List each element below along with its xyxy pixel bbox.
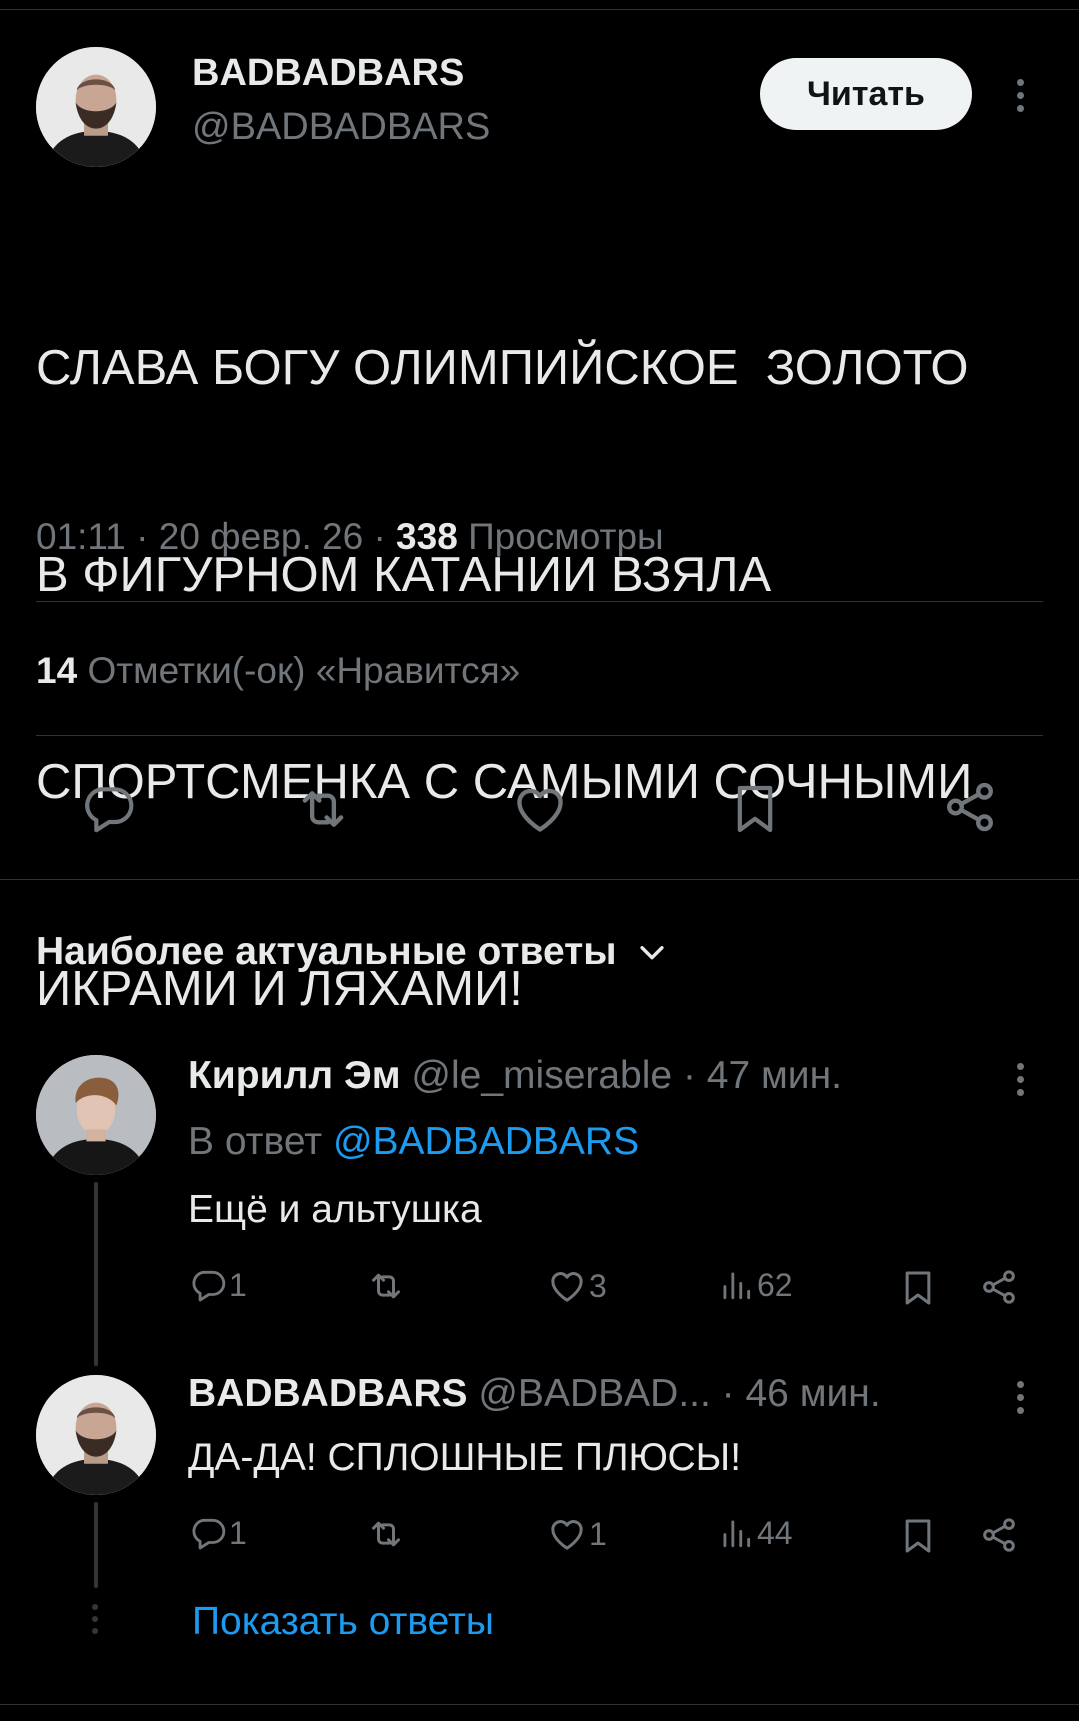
- reply-comment-count: 1: [229, 1266, 247, 1303]
- author-handle[interactable]: @BADBADBARS: [192, 106, 490, 149]
- heart-icon: [547, 1266, 587, 1306]
- avatar-image: [36, 1055, 156, 1175]
- reply-like-count: 3: [589, 1267, 607, 1304]
- reply-context: В ответ @BADBADBARS: [188, 1120, 639, 1164]
- reply-comment-action[interactable]: 1: [189, 1266, 247, 1304]
- top-divider: [0, 9, 1079, 10]
- replies-sort-toggle[interactable]: Наиболее актуальные ответы: [36, 930, 669, 974]
- more-icon[interactable]: [1005, 70, 1035, 120]
- tweet-meta: 01:11 · 20 февр. 26 · 338 Просмотры: [36, 516, 664, 558]
- views-icon: [717, 1266, 755, 1304]
- share-icon[interactable]: [979, 1515, 1019, 1555]
- separator: ·: [136, 516, 149, 557]
- reply-text: Ещё и альтушка: [188, 1188, 482, 1231]
- reply-like-count: 1: [589, 1515, 607, 1552]
- views-label[interactable]: Просмотры: [468, 516, 664, 557]
- divider: [36, 601, 1043, 602]
- comment-icon: [189, 1514, 227, 1552]
- reply-like-action[interactable]: 1: [547, 1514, 607, 1554]
- reply-to-handle[interactable]: @BADBADBARS: [333, 1120, 639, 1163]
- retweet-icon[interactable]: [294, 780, 352, 838]
- separator: ·: [373, 516, 386, 557]
- reply-retweet-action[interactable]: [366, 1514, 408, 1554]
- likes-count: 14: [36, 650, 78, 691]
- reply-to-prefix: В ответ: [188, 1120, 323, 1163]
- likes-label: Отметки(-ок) «Нравится»: [87, 650, 521, 691]
- reply-author-handle[interactable]: @le_miserable: [411, 1054, 672, 1097]
- replies-header: Наиболее актуальные ответы: [36, 930, 617, 973]
- chevron-down-icon: [635, 935, 669, 969]
- reply-retweet-action[interactable]: [366, 1266, 408, 1306]
- heart-icon: [547, 1514, 587, 1554]
- share-icon[interactable]: [941, 778, 999, 836]
- likes-summary[interactable]: 14 Отметки(-ок) «Нравится»: [36, 650, 520, 692]
- reply-header: Кирилл Эм @le_miserable · 47 мин.: [188, 1054, 842, 1098]
- reply-views-count: 62: [757, 1266, 793, 1303]
- avatar[interactable]: [36, 1375, 156, 1495]
- comment-icon: [189, 1266, 227, 1304]
- reply-like-action[interactable]: 3: [547, 1266, 607, 1306]
- tweet-text-line: СПОРТСМЕНКА С САМЫМИ СОЧНЫМИ: [36, 755, 973, 809]
- comment-icon[interactable]: [80, 780, 136, 836]
- bookmark-icon[interactable]: [898, 1516, 938, 1556]
- share-icon[interactable]: [979, 1267, 1019, 1307]
- divider: [36, 735, 1043, 736]
- bookmark-icon[interactable]: [727, 780, 783, 838]
- reply-time[interactable]: · 47 мин.: [683, 1054, 842, 1097]
- reply-time[interactable]: · 46 мин.: [722, 1372, 881, 1415]
- author-name[interactable]: BADBADBARS: [192, 52, 464, 95]
- bottom-divider: [0, 1704, 1079, 1705]
- avatar[interactable]: [36, 47, 156, 167]
- reply-author-name[interactable]: Кирилл Эм: [188, 1054, 401, 1097]
- thread-line: [94, 1502, 98, 1588]
- reply-text: ДА-ДА! СПЛОШНЫЕ ПЛЮСЫ!: [188, 1436, 742, 1479]
- reply-author-handle[interactable]: @BADBAD...: [478, 1372, 710, 1415]
- retweet-icon: [366, 1266, 406, 1306]
- tweet-date[interactable]: 20 февр. 26: [159, 516, 363, 557]
- follow-button[interactable]: Читать: [760, 58, 972, 130]
- reply-views-action[interactable]: 62: [717, 1266, 793, 1304]
- reply-views-count: 44: [757, 1514, 793, 1551]
- retweet-icon: [366, 1514, 406, 1554]
- views-count[interactable]: 338: [396, 516, 458, 557]
- more-icon[interactable]: [1005, 1372, 1035, 1422]
- reply-views-action[interactable]: 44: [717, 1514, 793, 1552]
- show-replies-link[interactable]: Показать ответы: [192, 1600, 494, 1644]
- reply-comment-action[interactable]: 1: [189, 1514, 247, 1552]
- thread-dots: [92, 1604, 98, 1634]
- more-icon[interactable]: [1005, 1054, 1035, 1104]
- avatar[interactable]: [36, 1055, 156, 1175]
- divider: [0, 879, 1079, 880]
- reply-author-name[interactable]: BADBADBARS: [188, 1372, 468, 1415]
- heart-icon[interactable]: [511, 780, 569, 838]
- thread-line: [94, 1182, 98, 1366]
- views-icon: [717, 1514, 755, 1552]
- bookmark-icon[interactable]: [898, 1268, 938, 1308]
- avatar-image: [36, 47, 156, 167]
- tweet-text-line: СЛАВА БОГУ ОЛИМПИЙСКОЕ ЗОЛОТО: [36, 341, 969, 395]
- avatar-image: [36, 1375, 156, 1495]
- reply-comment-count: 1: [229, 1514, 247, 1551]
- tweet-time[interactable]: 01:11: [36, 516, 126, 557]
- reply-header: BADBADBARS @BADBAD... · 46 мин.: [188, 1372, 881, 1416]
